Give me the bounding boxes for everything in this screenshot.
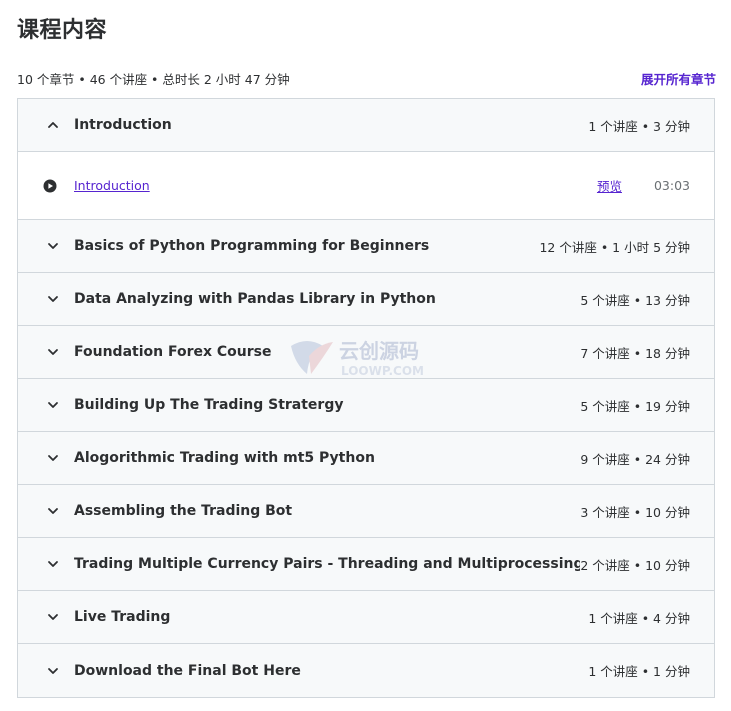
section-meta: 5 个讲座 • 13 分钟: [580, 292, 690, 308]
section-header-5[interactable]: Building Up The Trading Stratergy 5 个讲座 …: [18, 379, 714, 432]
lecture-title-link[interactable]: Introduction: [74, 178, 597, 193]
section-title: Download the Final Bot Here: [74, 662, 301, 679]
section-meta: 12 个讲座 • 1 小时 5 分钟: [539, 239, 690, 255]
section-header-9[interactable]: Live Trading 1 个讲座 • 4 分钟: [18, 591, 714, 644]
chevron-down-icon: [45, 450, 61, 466]
section-meta: 1 个讲座 • 4 分钟: [588, 610, 690, 626]
section-meta: 1 个讲座 • 1 分钟: [588, 664, 690, 679]
section-title: Assembling the Trading Bot: [74, 503, 293, 519]
lecture-row: Introduction 预览 03:03: [18, 152, 714, 220]
course-summary-row: 10 个章节 • 46 个讲座 • 总时长 2 小时 47 分钟 展开所有章节: [17, 68, 716, 88]
section-header-1[interactable]: Introduction 1 个讲座 • 3 分钟: [18, 99, 714, 152]
curriculum-sections: Introduction 1 个讲座 • 3 分钟 Introduction 预…: [17, 98, 715, 698]
preview-link[interactable]: 预览: [597, 176, 622, 195]
page-title: 课程内容: [17, 18, 108, 43]
section-title: Live Trading: [74, 609, 171, 625]
section-meta: 3 个讲座 • 10 分钟: [580, 504, 690, 520]
expand-all-sections-button[interactable]: 展开所有章节: [641, 69, 716, 88]
chevron-up-icon: [45, 117, 61, 133]
chevron-down-icon: [45, 344, 61, 360]
section-header-7[interactable]: Assembling the Trading Bot 3 个讲座 • 10 分钟: [18, 485, 714, 538]
section-header-4[interactable]: Foundation Forex Course 7 个讲座 • 18 分钟: [18, 326, 714, 379]
section-meta: 9 个讲座 • 24 分钟: [580, 451, 690, 467]
course-summary: 10 个章节 • 46 个讲座 • 总时长 2 小时 47 分钟: [17, 71, 290, 87]
section-title: Basics of Python Programming for Beginne…: [74, 238, 430, 254]
section-title: Trading Multiple Currency Pairs - Thread…: [74, 556, 581, 572]
section-meta: 7 个讲座 • 18 分钟: [580, 345, 690, 361]
section-title: Data Analyzing with Pandas Library in Py…: [74, 291, 436, 307]
chevron-down-icon: [45, 503, 61, 519]
play-circle-icon: [43, 179, 57, 192]
chevron-down-icon: [45, 238, 61, 254]
chevron-down-icon: [45, 663, 61, 679]
chevron-down-icon: [45, 397, 61, 413]
section-header-3[interactable]: Data Analyzing with Pandas Library in Py…: [18, 273, 714, 326]
section-title: Alogorithmic Trading with mt5 Python: [74, 450, 375, 466]
section-title: Foundation Forex Course: [74, 344, 272, 360]
section-header-6[interactable]: Alogorithmic Trading with mt5 Python 9 个…: [18, 432, 714, 485]
section-meta: 1 个讲座 • 3 分钟: [588, 118, 690, 134]
section-header-2[interactable]: Basics of Python Programming for Beginne…: [18, 220, 714, 273]
chevron-down-icon: [45, 291, 61, 307]
section-header-10[interactable]: Download the Final Bot Here 1 个讲座 • 1 分钟: [18, 644, 714, 697]
section-meta: 2 个讲座 • 10 分钟: [580, 557, 690, 573]
section-meta: 5 个讲座 • 19 分钟: [580, 398, 690, 414]
chevron-down-icon: [45, 609, 61, 625]
chevron-down-icon: [45, 556, 61, 572]
section-title: Building Up The Trading Stratergy: [74, 397, 344, 413]
section-header-8[interactable]: Trading Multiple Currency Pairs - Thread…: [18, 538, 714, 591]
lecture-duration: 03:03: [653, 178, 690, 193]
section-title: Introduction: [74, 117, 172, 133]
